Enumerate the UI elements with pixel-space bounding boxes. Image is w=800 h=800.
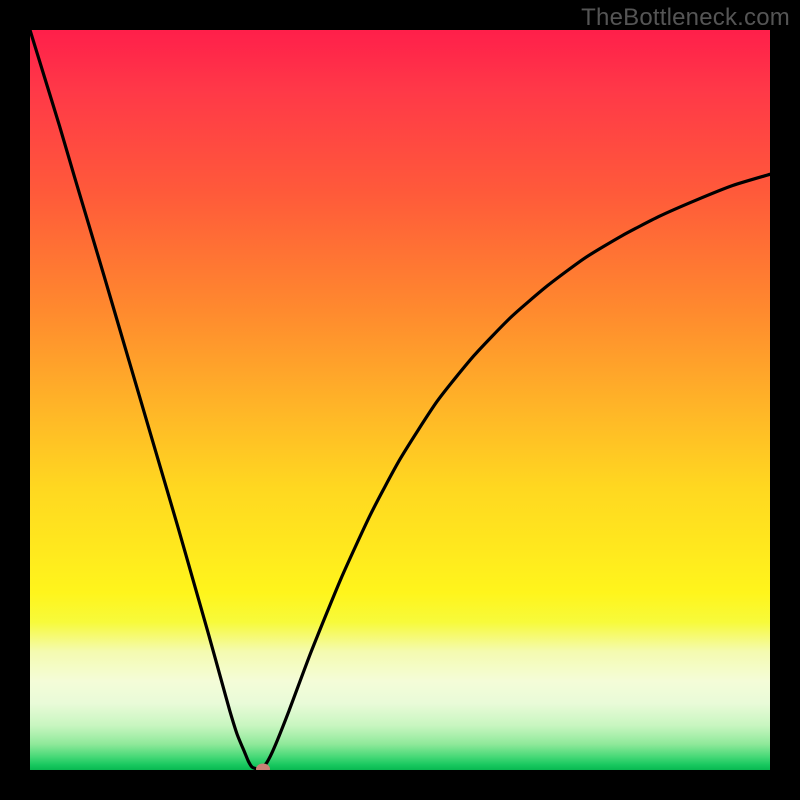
bottleneck-curve [30,30,770,770]
optimal-point-marker [256,763,270,770]
chart-frame: TheBottleneck.com [0,0,800,800]
plot-area [30,30,770,770]
watermark-text: TheBottleneck.com [581,4,790,32]
